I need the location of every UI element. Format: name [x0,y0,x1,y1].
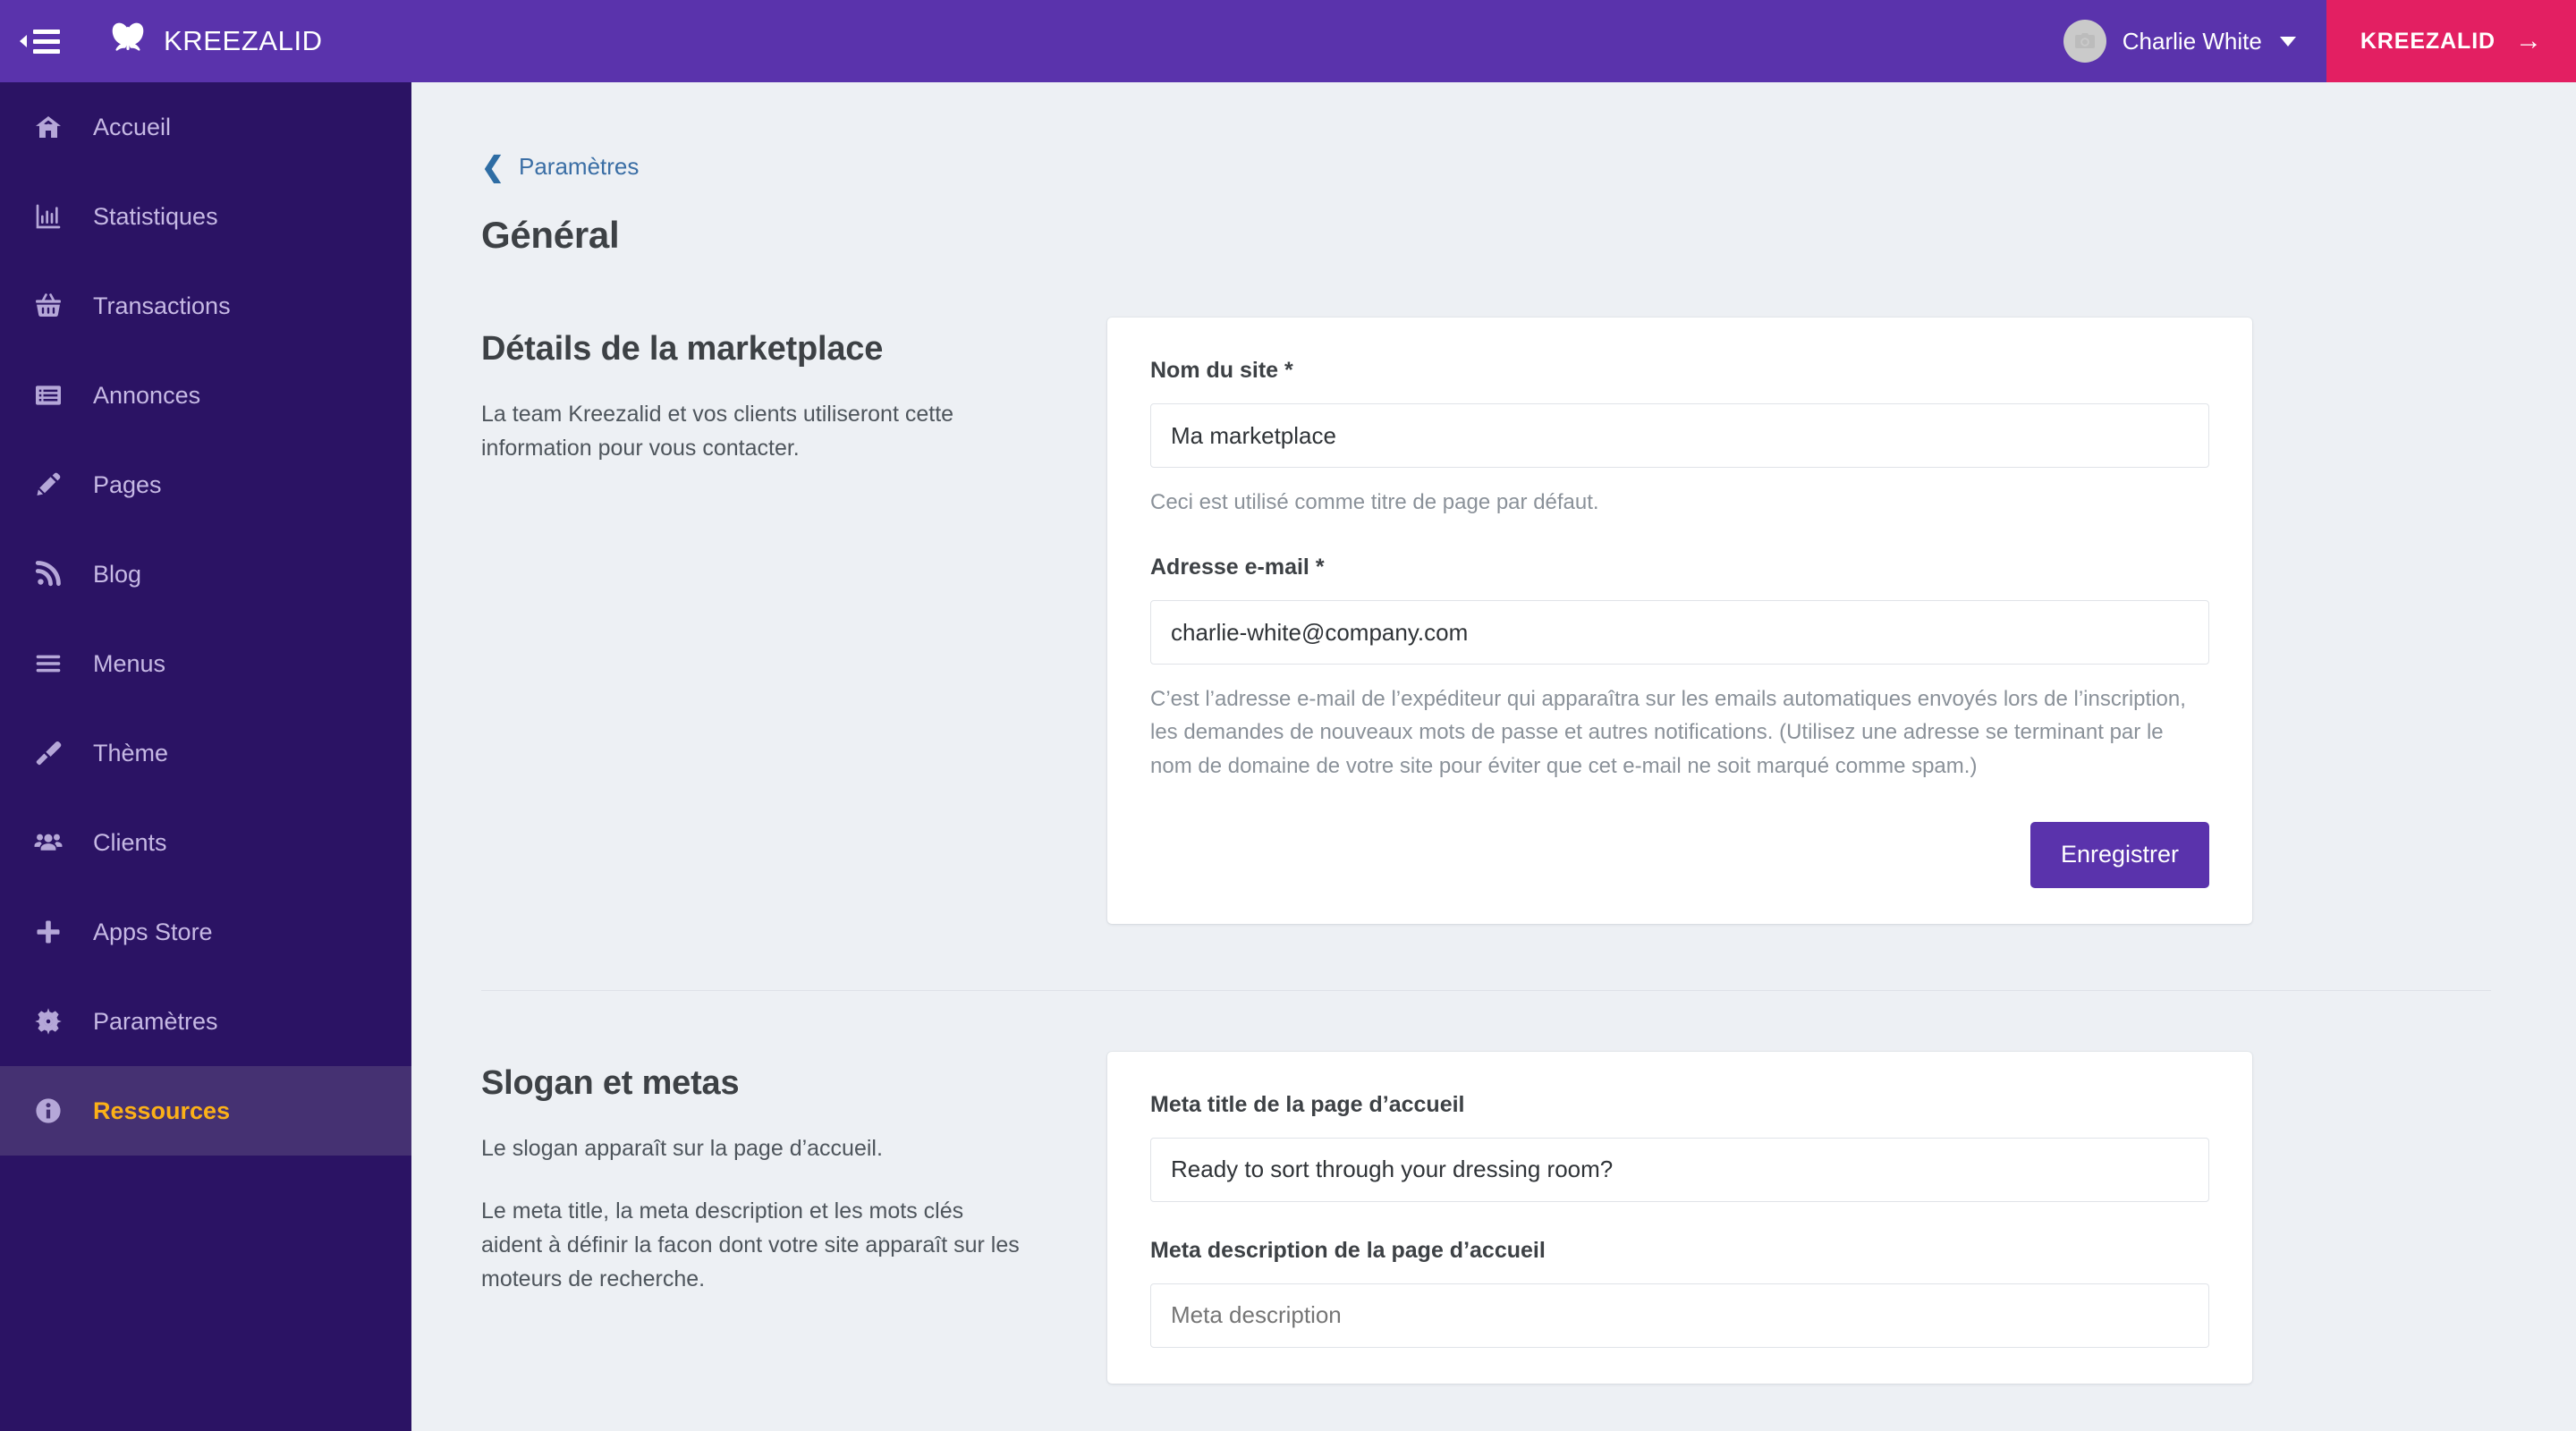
sidebar-item-blog[interactable]: Blog [0,529,411,619]
sidebar-item-apps-store[interactable]: Apps Store [0,887,411,977]
section-paragraph: Le slogan apparaît sur la page d’accueil… [481,1135,883,1161]
main-content: ❮ Paramètres Général Détails de la marke… [411,82,2576,1431]
sidebar-item-label: Ressources [93,1097,231,1124]
plus-icon [34,918,80,946]
brand-zone: KREEZALID [0,0,411,82]
chevron-left-icon [20,35,27,47]
form-card-slogan-metas: Meta title de la page d’accueil Meta desc… [1107,1051,2252,1384]
sidebar-item-label: Pages [93,470,162,498]
sidebar-item-parametres[interactable]: Paramètres [0,977,411,1066]
sidebar-item-menus[interactable]: Menus [0,619,411,708]
field-site-name: Nom du site * Ceci est utilisé comme titr… [1150,358,2209,519]
section-slogan-metas: Slogan et metas Le slogan apparaît sur la… [411,1051,2576,1384]
breadcrumb-label: Paramètres [518,153,640,180]
field-label: Meta description de la page d’accueil [1150,1237,1546,1263]
sidebar-item-label: Clients [93,828,167,856]
sidebar-item-label: Menus [93,649,166,677]
sidebar-collapse-toggle[interactable] [20,0,60,82]
sidebar-item-label: Thème [93,739,169,766]
sidebar-item-label: Apps Store [93,918,213,945]
visit-store-button[interactable]: KREEZALID → [2326,0,2576,82]
chevron-left-icon: ❮ [481,151,504,182]
sidebar-item-ressources[interactable]: Ressources [0,1066,411,1156]
user-name: Charlie White [2122,27,2262,55]
section-description-column: Détails de la marketplace La team Kreezal… [481,318,1107,924]
site-name-input[interactable] [1150,403,2209,468]
field-meta-description: Meta description de la page d’accueil [1150,1238,2209,1348]
chevron-down-icon [2279,36,2296,47]
section-paragraph: La team Kreezalid et vos clients utilise… [481,402,954,461]
field-label: Adresse e-mail * [1150,555,1325,580]
hamburger-icon [34,649,80,678]
visit-store-label: KREEZALID [2360,28,2496,54]
butterfly-logo-icon [112,22,144,51]
rss-icon [34,560,80,588]
brand-name: KREEZALID [164,25,323,56]
sidebar-item-label: Paramètres [93,1007,218,1035]
section-heading: Slogan et metas [481,1063,740,1102]
info-icon [34,1097,80,1125]
field-meta-title: Meta title de la page d’accueil [1150,1092,2209,1202]
field-help-text: C’est l’adresse e-mail de l’expéditeur q… [1150,687,2186,778]
brand-logo-link[interactable]: KREEZALID [106,20,323,63]
field-email-address: Adresse e-mail * C’est l’adresse e-mail d… [1150,555,2209,783]
card-actions: Enregistrer [1150,821,2209,888]
meta-description-input[interactable] [1150,1283,2209,1348]
avatar [2063,20,2106,63]
form-card-marketplace-details: Nom du site * Ceci est utilisé comme titr… [1107,318,2252,924]
field-label: Meta title de la page d’accueil [1150,1091,1465,1117]
top-bar-spacer [411,0,2055,82]
arrow-right-icon: → [2515,26,2542,55]
sidebar-item-accueil[interactable]: Accueil [0,82,411,172]
section-paragraph: Le meta title, la meta description et le… [481,1198,1020,1291]
sidebar-item-label: Statistiques [93,202,218,230]
list-alt-icon [34,381,80,410]
sidebar-item-label: Annonces [93,381,201,409]
settings-sections: Détails de la marketplace La team Kreezal… [411,318,2576,1384]
gear-icon [34,1007,80,1036]
hamburger-icon [33,29,60,54]
camera-icon [2074,33,2095,48]
home-icon [34,113,80,141]
sidebar-item-label: Blog [93,560,142,588]
field-help-text: Ceci est utilisé comme titre de page par… [1150,490,1599,514]
field-label: Nom du site * [1150,358,1293,383]
sidebar-item-transactions[interactable]: Transactions [0,261,411,351]
sidebar-item-clients[interactable]: Clients [0,798,411,887]
section-description-column: Slogan et metas Le slogan apparaît sur la… [481,1052,1107,1384]
user-menu[interactable]: Charlie White [2055,0,2326,82]
sidebar-item-statistiques[interactable]: Statistiques [0,172,411,261]
pencil-icon [34,470,80,499]
sidebar-item-theme[interactable]: Thème [0,708,411,798]
sidebar-item-pages[interactable]: Pages [0,440,411,529]
sidebar: Accueil Statistiques Transactions Annonces P… [0,82,411,1431]
page-title: Général [481,214,620,256]
meta-title-input[interactable] [1150,1137,2209,1202]
section-heading: Détails de la marketplace [481,330,884,368]
breadcrumb[interactable]: ❮ Paramètres [481,153,639,181]
sidebar-item-annonces[interactable]: Annonces [0,351,411,440]
sidebar-item-label: Accueil [93,113,172,140]
sidebar-item-label: Transactions [93,292,231,319]
section-divider [481,989,2491,991]
section-marketplace-details: Détails de la marketplace La team Kreezal… [411,318,2576,924]
top-bar: KREEZALID Charlie White KREEZALID → [0,0,2576,82]
save-button[interactable]: Enregistrer [2029,821,2209,888]
bar-chart-icon [34,202,80,231]
paintbrush-icon [34,739,80,767]
basket-icon [34,292,80,320]
users-icon [34,828,80,857]
email-address-input[interactable] [1150,600,2209,665]
